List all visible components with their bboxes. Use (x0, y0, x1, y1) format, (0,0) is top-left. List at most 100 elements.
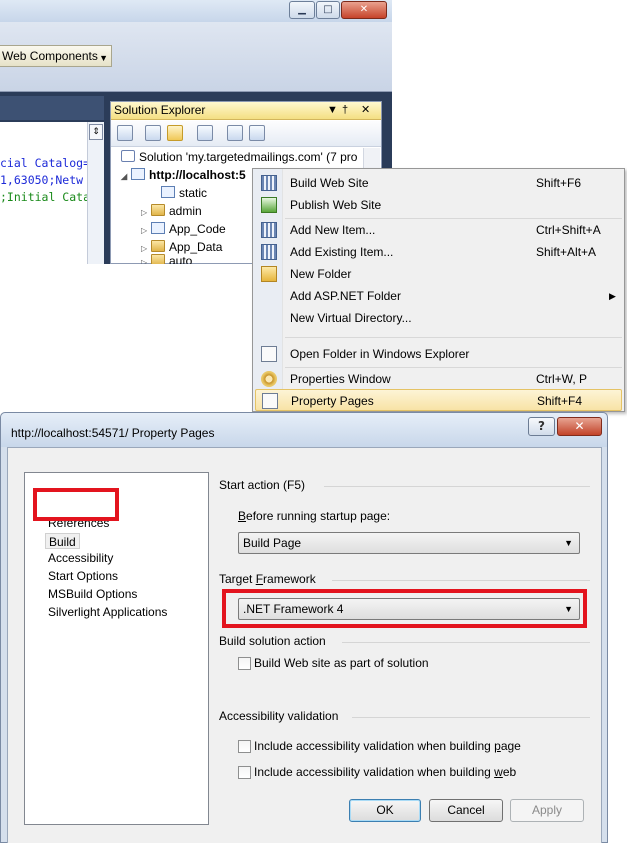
tree-item-label: App_Data (169, 240, 223, 254)
menu-item-properties-window[interactable]: Properties Window Ctrl+W, P (255, 368, 622, 390)
properties-window-icon (261, 371, 277, 387)
context-menu: Build Web Site Shift+F6 Publish Web Site… (252, 168, 625, 412)
web-project-icon (131, 168, 145, 180)
solution-explorer-header: Solution Explorer ▼ † ✕ (111, 102, 381, 120)
solution-icon (121, 150, 135, 162)
menu-item-property-pages[interactable]: Property Pages Shift+F4 (255, 389, 622, 411)
acc-validation-web-label: Include accessibility validation when bu… (254, 765, 517, 779)
acc-validation-page-checkbox[interactable] (238, 740, 251, 753)
group-divider (352, 717, 590, 718)
nav-item-msbuild-options[interactable]: MSBuild Options (48, 586, 137, 602)
menu-item-shortcut: Shift+F4 (537, 394, 583, 408)
folder-icon (151, 204, 165, 216)
nav-item-silverlight-applications[interactable]: Silverlight Applications (48, 604, 167, 620)
help-button[interactable]: ? (528, 417, 555, 436)
menu-item-build-web-site[interactable]: Build Web Site Shift+F6 (255, 172, 622, 194)
file-icon (161, 186, 175, 198)
splitter-icon[interactable]: ⇕ (89, 124, 103, 140)
solution-node[interactable]: Solution 'my.targetedmailings.com' (7 pr… (121, 148, 357, 166)
dialog-title: http://localhost:54571/ Property Pages (11, 426, 215, 440)
build-solution-action-label: Build solution action (219, 634, 326, 648)
collapse-icon[interactable]: ◢ (121, 168, 131, 186)
menu-item-label: Add New Item... (290, 223, 376, 237)
aspnet-config-icon[interactable] (249, 125, 265, 141)
menu-item-add-new-item[interactable]: Add New Item... Ctrl+Shift+A (255, 219, 622, 241)
project-node[interactable]: ◢ http://localhost:5 (121, 166, 246, 184)
nav-item-start-options[interactable]: Start Options (48, 568, 118, 584)
editor-tab-strip (0, 96, 104, 120)
build-icon (261, 175, 277, 191)
property-pages-icon (262, 393, 278, 409)
tree-item-app-code[interactable]: ▷ App_Code (141, 220, 226, 238)
target-framework-label: Target Framework (219, 572, 316, 586)
tree-item-static[interactable]: static (161, 184, 207, 202)
ok-button[interactable]: OK (349, 799, 421, 822)
build-highlight-box (33, 488, 119, 521)
refresh-icon[interactable] (145, 125, 161, 141)
new-folder-icon (261, 266, 277, 282)
tree-item-admin[interactable]: ▷ admin (141, 202, 202, 220)
dialog-titlebar: http://localhost:54571/ Property Pages ?… (1, 413, 607, 447)
menu-item-label: Add Existing Item... (290, 245, 394, 259)
menu-item-label: Add ASP.NET Folder (290, 289, 401, 303)
code-editor[interactable]: cial Catalog= 1,63050;Netw ;Initial Cata… (0, 122, 104, 264)
show-all-files-icon[interactable] (167, 125, 183, 141)
nav-item-accessibility[interactable]: Accessibility (48, 550, 113, 566)
pin-icon[interactable]: † (342, 102, 348, 119)
close-button[interactable]: ✕ (341, 1, 387, 19)
menu-item-label: Open Folder in Windows Explorer (290, 347, 470, 361)
toolbox-tab[interactable]: Web Components ▼ (0, 45, 112, 67)
code-line: ;Initial Cata (0, 190, 91, 204)
menu-item-label: Publish Web Site (290, 198, 382, 212)
expand-icon[interactable]: ▷ (141, 256, 151, 264)
maximize-button[interactable]: □ (316, 1, 340, 19)
code-line: 1,63050;Netw (0, 173, 84, 187)
chevron-down-icon: ▼ (564, 538, 573, 548)
property-nav-list: References Build Accessibility Start Opt… (24, 472, 209, 825)
toolbox-tab-label: Web Components (2, 49, 98, 63)
menu-item-label: Build Web Site (290, 176, 369, 190)
menu-item-add-aspnet-folder[interactable]: Add ASP.NET Folder ▶ (255, 285, 622, 307)
before-running-select[interactable]: Build Page ▼ (238, 532, 580, 554)
menu-item-new-virtual-directory[interactable]: New Virtual Directory... (255, 307, 622, 329)
acc-validation-web-checkbox[interactable] (238, 766, 251, 779)
menu-item-shortcut: Shift+Alt+A (536, 245, 597, 259)
solution-explorer-toolbar (111, 121, 381, 147)
publish-icon (261, 197, 277, 213)
menu-item-open-folder-in-explorer[interactable]: Open Folder in Windows Explorer (255, 343, 622, 365)
dropdown-icon: ▼ (99, 53, 108, 63)
menu-item-shortcut: Shift+F6 (536, 176, 582, 190)
menu-item-label: New Folder (290, 267, 352, 281)
code-line: cial Catalog= (0, 156, 91, 170)
tree-item-label: static (179, 186, 208, 200)
dropdown-icon[interactable]: ▼ (327, 102, 338, 119)
close-icon[interactable]: ✕ (361, 102, 370, 119)
cancel-button[interactable]: Cancel (429, 799, 503, 822)
dialog-close-button[interactable]: ✕ (557, 417, 602, 436)
tree-item-label: App_Code (169, 222, 226, 236)
solution-explorer-title: Solution Explorer (114, 103, 206, 117)
build-web-site-checkbox[interactable] (238, 657, 251, 670)
tree-item-auto[interactable]: ▷ auto (141, 254, 192, 264)
apply-button[interactable]: Apply (510, 799, 584, 822)
menu-item-label: Property Pages (291, 394, 374, 408)
menu-item-publish-web-site[interactable]: Publish Web Site (255, 194, 622, 216)
minimize-button[interactable]: ▁ (289, 1, 315, 19)
properties-icon[interactable] (117, 125, 133, 141)
accessibility-validation-label: Accessibility validation (219, 709, 339, 723)
build-web-site-label: Build Web site as part of solution (254, 656, 429, 670)
before-running-value: Build Page (243, 536, 302, 550)
submenu-arrow-icon: ▶ (609, 291, 616, 301)
copy-web-site-icon[interactable] (197, 125, 213, 141)
nest-related-icon[interactable] (227, 125, 243, 141)
menu-item-new-folder[interactable]: New Folder (255, 263, 622, 285)
acc-validation-page-label: Include accessibility validation when bu… (254, 739, 521, 753)
menu-item-label: New Virtual Directory... (290, 311, 412, 325)
before-running-label: Before running startup page: (238, 509, 391, 523)
nav-item-build[interactable]: Build (45, 533, 80, 549)
menu-item-shortcut: Ctrl+W, P (536, 372, 588, 386)
editor-scrollbar[interactable]: ⇕ (87, 122, 104, 264)
menu-item-add-existing-item[interactable]: Add Existing Item... Shift+Alt+A (255, 241, 622, 263)
folder-icon (151, 240, 165, 252)
add-existing-item-icon (261, 244, 277, 260)
